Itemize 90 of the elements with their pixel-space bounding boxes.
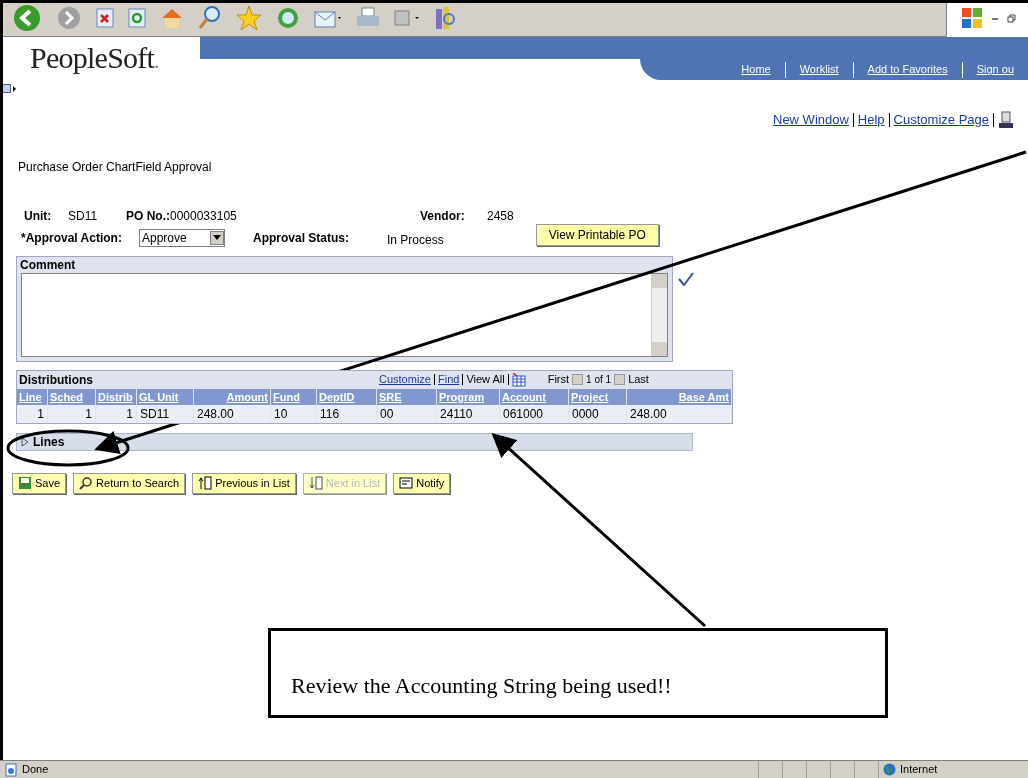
printer-icon[interactable] [356,7,380,29]
grid-link[interactable]: Find [437,371,460,388]
column-header[interactable]: Amount [194,388,271,405]
field-label: Unit: [24,207,53,225]
section-title: Lines [33,433,65,451]
table-cell: 24110 [437,404,500,423]
table-cell: SD11 [137,404,194,423]
up-list-icon [198,476,213,490]
table-cell: 248.00 [194,404,271,423]
menu-toggle-icon[interactable] [2,83,16,95]
field-value: In Process [387,231,444,249]
column-header[interactable]: Base Amt [627,388,732,405]
windows-logo-icon [961,7,983,29]
dropdown-arrow-icon[interactable] [213,235,221,240]
column-header[interactable]: Line [17,388,48,405]
column-header[interactable]: GL Unit [137,388,194,405]
table-cell: 1 [17,404,48,423]
toolbar-button[interactable]: Save [12,472,67,494]
field-value: 2458 [487,207,514,225]
field-value: SD11 [68,207,99,225]
field-label: *Approval Action: [21,229,123,247]
spellcheck-icon[interactable] [677,271,695,287]
http-page-icon[interactable] [998,110,1014,129]
column-header[interactable]: Account [500,388,569,405]
save-icon [18,476,32,490]
toolbar-button[interactable]: Previous in List [192,472,296,494]
grid-link[interactable]: Customize [379,371,431,388]
refresh-icon[interactable] [128,8,146,28]
pager-button[interactable] [572,374,584,385]
table-cell: 061000 [500,404,569,423]
star-icon[interactable] [236,5,262,31]
column-header[interactable]: Distrib [96,388,137,405]
toolbar-button[interactable]: Notify [393,472,451,494]
status-text: Done [22,762,49,778]
toolbar-button: Next in List [302,472,387,494]
page-link[interactable]: New Window [773,110,849,130]
field-label: PO No.: [126,207,170,225]
grid-text: Last [628,372,649,388]
restore-icon[interactable] [1007,13,1016,23]
nav-link[interactable]: Worklist [785,61,853,78]
nav-link[interactable]: Add to Favorites [853,61,962,78]
column-header[interactable]: DeptID [317,388,377,405]
field-value: 0000033105 [170,207,238,225]
grid-text: View All [466,372,505,388]
page-title: Purchase Order ChartField Approval [17,158,213,176]
column-header[interactable]: Sched [48,388,96,405]
callout-text: Review the Accounting String being used!! [268,628,888,718]
back-icon[interactable] [12,3,42,33]
forward-icon[interactable] [56,5,82,31]
page-link[interactable]: Help [857,110,885,130]
books-icon[interactable] [434,5,456,31]
zone-text: Internet [900,762,938,778]
column-header[interactable]: SRE [377,388,437,405]
scrollbar[interactable] [651,273,667,356]
table-cell: 10 [271,404,317,423]
page-link[interactable]: Customize Page [893,110,989,130]
field-label: Vendor: [420,207,466,225]
grid-text: First [547,372,570,388]
page-icon [4,762,18,777]
approval-action-dropdown[interactable]: Approve [139,228,225,247]
table-cell: 1 [96,404,137,423]
view-printable-po-button[interactable]: View Printable PO [535,223,659,246]
toolbar-button[interactable]: Return to Search [73,472,186,494]
grid-text: 1 of 1 [586,373,612,387]
home-icon[interactable] [160,6,184,30]
column-header[interactable]: Project [569,388,627,405]
window-icon[interactable] [394,9,420,27]
expand-icon[interactable] [21,436,29,447]
peoplesoft-logo: PeopleSoft. [30,43,159,73]
table-cell: 116 [317,404,377,423]
column-header[interactable]: Fund [271,388,317,405]
note-icon [399,476,414,490]
table-cell: 0000 [569,404,627,423]
table-cell: 248.00 [627,404,732,423]
stop-icon[interactable] [96,8,114,28]
nav-link[interactable]: Sign ou [962,61,1028,78]
down-list-icon [308,476,323,490]
history-icon[interactable] [276,6,300,30]
pager-button[interactable] [614,374,626,385]
table-cell: 1 [48,404,96,423]
grid-icon[interactable] [511,372,526,387]
field-label: Approval Status: [253,229,350,247]
search-icon[interactable] [198,5,222,31]
column-header[interactable]: Program [437,388,500,405]
table-cell: 00 [377,404,437,423]
search-icon [79,476,94,490]
globe-icon [883,763,896,776]
section-title: Distributions [19,371,94,389]
comment-label: Comment [19,256,77,273]
nav-link[interactable]: Home [727,61,785,78]
